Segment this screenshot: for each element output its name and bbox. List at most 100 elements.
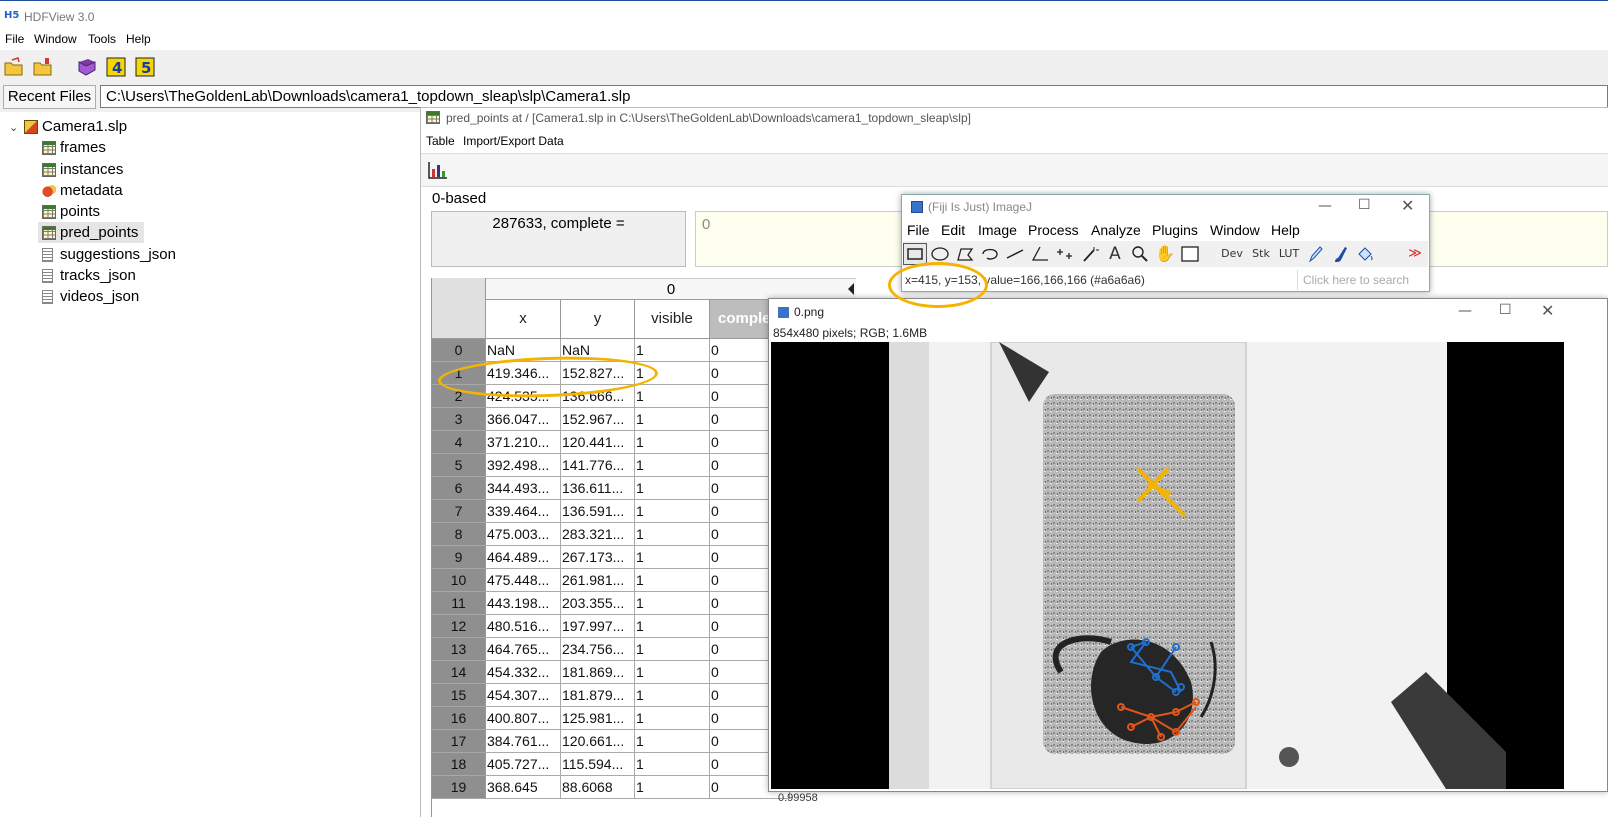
table-cell[interactable]: 283.321... [561, 523, 635, 546]
table-cell[interactable]: 400.807... [486, 707, 561, 730]
hand-icon[interactable]: ✋ [1153, 243, 1177, 265]
table-cell[interactable]: 1 [635, 615, 710, 638]
row-index[interactable]: 8 [432, 523, 486, 546]
minimize-icon[interactable]: — [1458, 303, 1472, 319]
lut-tool-button[interactable]: LUT [1275, 243, 1303, 265]
row-index[interactable]: 17 [432, 730, 486, 753]
wand-icon[interactable] [1078, 243, 1102, 265]
table-cell[interactable]: 181.879... [561, 684, 635, 707]
table-cell[interactable]: 475.003... [486, 523, 561, 546]
table-cell[interactable]: 261.981... [561, 569, 635, 592]
close-icon[interactable]: ✕ [1401, 196, 1414, 215]
dev-tool-button[interactable]: Dev [1217, 243, 1247, 265]
table-cell[interactable]: 344.493... [486, 477, 561, 500]
menu-import-export[interactable]: Import/Export Data [463, 134, 564, 148]
ij-menu-window[interactable]: Window [1210, 222, 1260, 238]
row-index[interactable]: 6 [432, 477, 486, 500]
row-index[interactable]: 19 [432, 776, 486, 799]
row-index[interactable]: 9 [432, 546, 486, 569]
table-cell[interactable]: 464.489... [486, 546, 561, 569]
table-cell[interactable]: 454.307... [486, 684, 561, 707]
row-index[interactable]: 5 [432, 454, 486, 477]
table-cell[interactable]: 1 [635, 684, 710, 707]
row-index[interactable]: 18 [432, 753, 486, 776]
table-cell[interactable]: 366.047... [486, 408, 561, 431]
menu-table[interactable]: Table [426, 134, 455, 148]
ij-menu-edit[interactable]: Edit [941, 222, 965, 238]
table-cell[interactable]: 1 [635, 753, 710, 776]
table-cell[interactable]: 267.173... [561, 546, 635, 569]
table-cell[interactable]: 1 [635, 454, 710, 477]
freehand-icon[interactable] [978, 243, 1002, 265]
table-cell[interactable]: 1 [635, 776, 710, 799]
paintbrush-icon[interactable] [1328, 243, 1352, 265]
maximize-icon[interactable]: ☐ [1499, 302, 1512, 318]
row-index[interactable]: 15 [432, 684, 486, 707]
table-cell[interactable]: 480.516... [486, 615, 561, 638]
chevron-down-icon[interactable]: ⌄ [9, 121, 18, 134]
table-cell[interactable]: 152.967... [561, 408, 635, 431]
row-index[interactable]: 16 [432, 707, 486, 730]
imagej-search-field[interactable]: Click here to search [1297, 270, 1427, 290]
table-cell[interactable]: 197.997... [561, 615, 635, 638]
table-cell[interactable]: 371.210... [486, 431, 561, 454]
table-cell[interactable]: 1 [635, 500, 710, 523]
column-header-visible[interactable]: visible [635, 300, 710, 339]
table-cell[interactable]: 136.611... [561, 477, 635, 500]
table-cell[interactable]: 115.594... [561, 753, 635, 776]
table-cell[interactable]: 234.756... [561, 638, 635, 661]
chart-icon[interactable] [427, 160, 449, 180]
file-path-input[interactable]: C:\Users\TheGoldenLab\Downloads\camera1_… [100, 85, 1608, 108]
table-cell[interactable]: 475.448... [486, 569, 561, 592]
table-cell[interactable]: 1 [635, 523, 710, 546]
table-cell[interactable]: 1 [635, 730, 710, 753]
table-cell[interactable]: 1 [635, 408, 710, 431]
stack-tool-button[interactable]: Stk [1247, 243, 1275, 265]
row-index[interactable]: 13 [432, 638, 486, 661]
ij-menu-help[interactable]: Help [1271, 222, 1300, 238]
table-cell[interactable]: 1 [635, 569, 710, 592]
rectangle-icon[interactable] [903, 243, 927, 265]
close-icon[interactable]: ✕ [1541, 301, 1554, 320]
row-index[interactable]: 14 [432, 661, 486, 684]
ij-menu-plugins[interactable]: Plugins [1152, 222, 1198, 238]
ij-menu-process[interactable]: Process [1028, 222, 1079, 238]
ij-menu-image[interactable]: Image [978, 222, 1017, 238]
table-cell[interactable]: 1 [635, 385, 710, 408]
scroll-left-arrow-icon[interactable] [848, 283, 854, 295]
table-cell[interactable]: 443.198... [486, 592, 561, 615]
table-cell[interactable]: 1 [635, 477, 710, 500]
row-index[interactable]: 7 [432, 500, 486, 523]
table-cell[interactable]: 368.645 [486, 776, 561, 799]
text-icon[interactable]: A [1103, 243, 1127, 265]
open-folder-icon[interactable] [33, 57, 53, 77]
table-cell[interactable]: 405.727... [486, 753, 561, 776]
pencil-icon[interactable] [1303, 243, 1327, 265]
color-picker-icon[interactable] [1178, 243, 1202, 265]
row-index[interactable]: 11 [432, 592, 486, 615]
table-cell[interactable]: 203.355... [561, 592, 635, 615]
menu-tools[interactable]: Tools [88, 32, 116, 46]
table-cell[interactable]: 454.332... [486, 661, 561, 684]
line-icon[interactable] [1003, 243, 1027, 265]
table-cell[interactable]: 120.661... [561, 730, 635, 753]
more-tools-icon[interactable]: ≫ [1403, 243, 1427, 265]
table-cell[interactable]: 88.6068 [561, 776, 635, 799]
ij-menu-analyze[interactable]: Analyze [1091, 222, 1141, 238]
hdf4-library-icon[interactable]: 4 [106, 57, 126, 77]
multipoint-icon[interactable] [1053, 243, 1077, 265]
image-canvas[interactable] [771, 342, 1564, 789]
table-cell[interactable]: 1 [635, 707, 710, 730]
flood-fill-icon[interactable] [1353, 243, 1377, 265]
table-cell[interactable]: 1 [635, 339, 710, 362]
table-cell[interactable]: 339.464... [486, 500, 561, 523]
table-cell[interactable]: 1 [635, 431, 710, 454]
table-cell[interactable]: 141.776... [561, 454, 635, 477]
angle-icon[interactable] [1028, 243, 1052, 265]
row-index[interactable]: 12 [432, 615, 486, 638]
table-cell[interactable]: 120.441... [561, 431, 635, 454]
minimize-icon[interactable]: — [1318, 198, 1332, 214]
table-cell[interactable]: 1 [635, 546, 710, 569]
table-cell[interactable]: 136.591... [561, 500, 635, 523]
magnifier-icon[interactable] [1128, 243, 1152, 265]
